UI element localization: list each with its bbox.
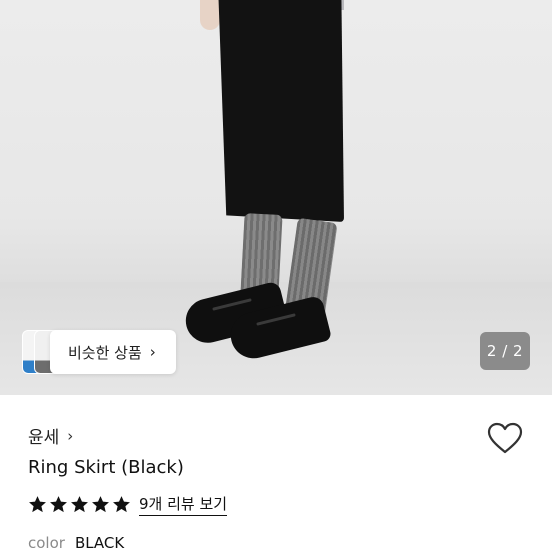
black-skirt (218, 0, 344, 222)
chevron-right-icon: › (67, 426, 74, 445)
review-link[interactable]: 9개 리뷰 보기 (139, 493, 228, 516)
chevron-right-icon: › (149, 343, 156, 361)
similar-products-button[interactable]: 비슷한 상품 › (50, 330, 176, 374)
color-value: BLACK (74, 534, 125, 552)
star-icon (50, 496, 67, 513)
rating-row: 9개 리뷰 보기 (28, 493, 228, 516)
heart-icon[interactable] (487, 422, 523, 454)
seller-link[interactable]: 윤세 › (28, 423, 74, 449)
star-icon (113, 496, 130, 513)
similar-products-label: 비슷한 상품 (68, 343, 142, 362)
color-label: color (28, 534, 65, 552)
product-info: 윤세 › Ring Skirt (Black) 9개 리뷰 보기 color B… (0, 395, 552, 552)
seller-name: 윤세 (28, 428, 60, 448)
product-title: Ring Skirt (Black) (28, 457, 184, 478)
color-option: color BLACK (28, 534, 124, 552)
similar-products[interactable]: 비슷한 상품 › (22, 330, 176, 374)
star-icon (92, 496, 109, 513)
product-page: 비슷한 상품 › 2 / 2 윤세 › Ring Skirt (Black) 9… (0, 0, 552, 552)
hand-left (200, 0, 220, 30)
image-page-indicator: 2 / 2 (480, 332, 530, 370)
star-icon (71, 496, 88, 513)
product-image[interactable]: 비슷한 상품 › 2 / 2 (0, 0, 552, 395)
star-icon (29, 496, 46, 513)
